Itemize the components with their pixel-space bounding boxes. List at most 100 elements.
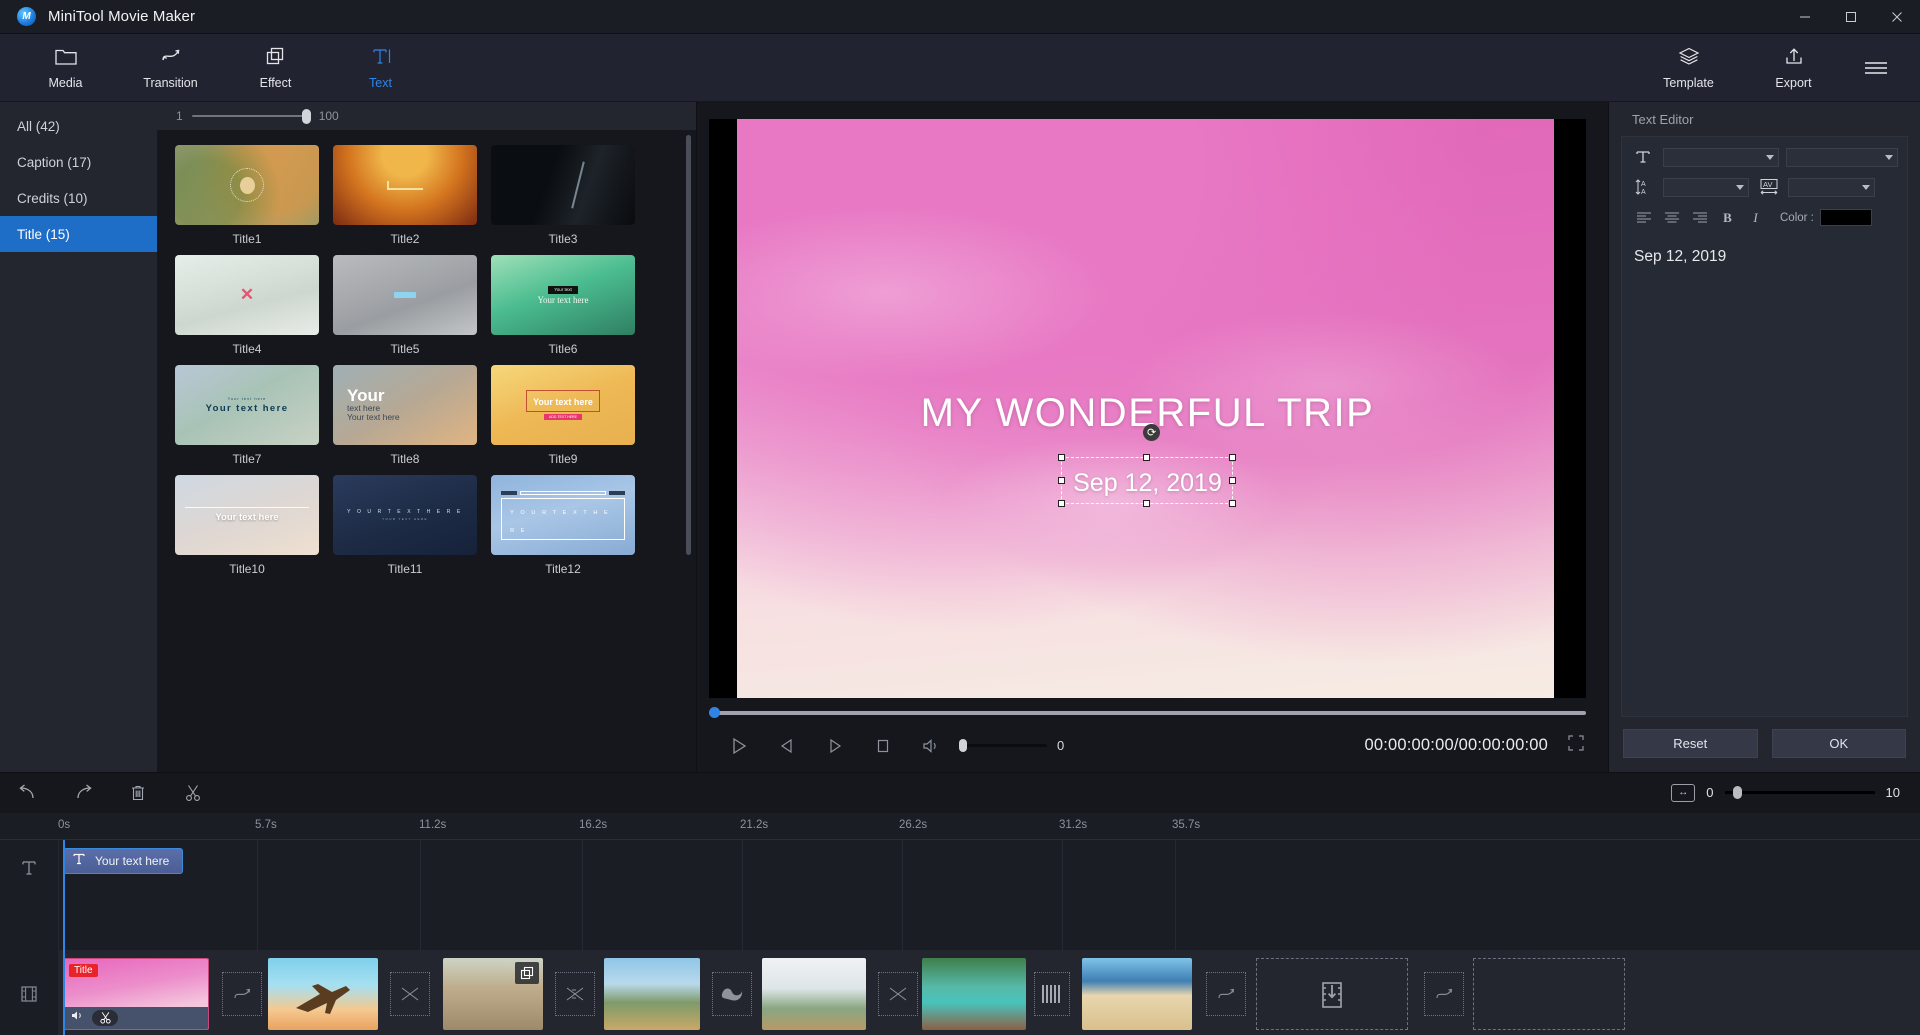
transition-slot[interactable] (712, 972, 752, 1016)
thumbnail-size-slider[interactable] (192, 109, 310, 123)
color-swatch[interactable] (1820, 209, 1872, 226)
template-item[interactable]: Your text Your text here Title6 (491, 255, 635, 356)
template-thumbnail[interactable]: Your text here (175, 475, 319, 555)
trash-icon[interactable] (110, 772, 165, 813)
fit-to-window-icon[interactable]: ↔ (1671, 784, 1695, 802)
duplicate-icon[interactable] (515, 962, 539, 984)
transition-slot[interactable] (390, 972, 430, 1016)
timeline-ruler[interactable]: 0s 5.7s 11.2s 16.2s 21.2s 26.2s 31.2s 35… (0, 813, 1920, 840)
font-size-select[interactable] (1786, 148, 1898, 167)
template-item[interactable]: Your text here Your text here Title8 (333, 365, 477, 466)
template-thumbnail[interactable] (491, 145, 635, 225)
next-frame-icon[interactable] (811, 726, 859, 766)
volume-slider[interactable]: 0 (961, 738, 1064, 753)
align-center-icon[interactable] (1659, 207, 1684, 228)
timeline-video-clip[interactable] (762, 958, 866, 1030)
scissors-icon[interactable] (165, 772, 220, 813)
media-placeholder[interactable] (1473, 958, 1625, 1030)
template-thumbnail[interactable]: Your text here Your text here (333, 365, 477, 445)
template-thumbnail[interactable]: Y O U R T E X T H E R E (491, 475, 635, 555)
seek-knob[interactable] (709, 707, 720, 718)
transition-slot[interactable] (1034, 972, 1070, 1016)
minimize-icon[interactable] (1782, 0, 1828, 34)
volume-icon[interactable] (71, 1009, 85, 1027)
template-item[interactable]: Your text here Title10 (175, 475, 319, 576)
resize-handle-w[interactable] (1058, 477, 1065, 484)
tab-template[interactable]: Template (1636, 34, 1741, 102)
template-item[interactable]: Your text here ADD TEXT HERE Title9 (491, 365, 635, 466)
slider-knob[interactable] (302, 109, 311, 124)
category-credits[interactable]: Credits (10) (0, 180, 157, 216)
category-title[interactable]: Title (15) (0, 216, 157, 252)
tab-text[interactable]: Text (328, 34, 433, 102)
play-icon[interactable] (715, 726, 763, 766)
align-left-icon[interactable] (1631, 207, 1656, 228)
template-item[interactable]: Y O U R T E X T H E R E YOUR TEXT HERE T… (333, 475, 477, 576)
resize-handle-ne[interactable] (1229, 454, 1236, 461)
resize-handle-n[interactable] (1143, 454, 1150, 461)
volume-icon[interactable] (907, 726, 955, 766)
transition-slot[interactable] (1424, 972, 1464, 1016)
tab-transition[interactable]: Transition (118, 34, 223, 102)
timeline-video-clip[interactable] (604, 958, 700, 1030)
template-item[interactable]: Title3 (491, 145, 635, 246)
resize-handle-nw[interactable] (1058, 454, 1065, 461)
text-clip[interactable]: Your text here (63, 848, 183, 874)
previous-frame-icon[interactable] (763, 726, 811, 766)
tab-export[interactable]: Export (1741, 34, 1846, 102)
timeline-video-clip[interactable] (922, 958, 1026, 1030)
resize-handle-e[interactable] (1229, 477, 1236, 484)
resize-handle-s[interactable] (1143, 500, 1150, 507)
timeline-video-clip[interactable] (443, 958, 543, 1030)
letter-spacing-select[interactable] (1788, 178, 1875, 197)
transition-slot[interactable] (1206, 972, 1246, 1016)
transition-slot[interactable] (222, 972, 262, 1016)
timeline-video-clip[interactable] (268, 958, 378, 1030)
template-thumbnail[interactable]: Your text here Your text here (175, 365, 319, 445)
category-caption[interactable]: Caption (17) (0, 144, 157, 180)
font-family-select[interactable] (1663, 148, 1779, 167)
resize-handle-sw[interactable] (1058, 500, 1065, 507)
timeline-zoom-knob[interactable] (1733, 786, 1742, 799)
timeline-playhead[interactable] (63, 840, 65, 1035)
timeline-zoom-slider[interactable] (1725, 791, 1875, 794)
transition-slot[interactable] (555, 972, 595, 1016)
hamburger-menu-icon[interactable] (1846, 34, 1906, 102)
resize-handle-se[interactable] (1229, 500, 1236, 507)
undo-icon[interactable] (0, 772, 55, 813)
template-thumbnail[interactable]: Your text Your text here (491, 255, 635, 335)
align-right-icon[interactable] (1687, 207, 1712, 228)
text-content-input[interactable]: Sep 12, 2019 (1622, 238, 1907, 716)
tab-media[interactable]: Media (13, 34, 118, 102)
text-selection-box[interactable] (1061, 457, 1233, 504)
stop-icon[interactable] (859, 726, 907, 766)
timeline-video-clip[interactable]: Title (63, 958, 209, 1030)
template-thumbnail[interactable]: ✕ (175, 255, 319, 335)
ok-button[interactable]: OK (1772, 729, 1907, 758)
volume-knob[interactable] (959, 739, 967, 752)
close-icon[interactable] (1874, 0, 1920, 34)
template-item[interactable]: ✕ Title4 (175, 255, 319, 356)
template-item[interactable]: Title2 (333, 145, 477, 246)
fullscreen-icon[interactable] (1568, 735, 1584, 756)
line-spacing-select[interactable] (1663, 178, 1749, 197)
bold-button[interactable]: B (1715, 207, 1740, 228)
tab-effect[interactable]: Effect (223, 34, 328, 102)
maximize-icon[interactable] (1828, 0, 1874, 34)
template-thumbnail[interactable]: Y O U R T E X T H E R E YOUR TEXT HERE (333, 475, 477, 555)
italic-button[interactable]: I (1743, 207, 1768, 228)
template-item[interactable]: Title1 (175, 145, 319, 246)
template-thumbnail[interactable] (333, 255, 477, 335)
scissors-icon[interactable] (92, 1010, 118, 1026)
template-thumbnail[interactable]: Your text here ADD TEXT HERE (491, 365, 635, 445)
preview-seek-bar[interactable] (709, 706, 1586, 720)
media-placeholder[interactable] (1256, 958, 1408, 1030)
category-all[interactable]: All (42) (0, 108, 157, 144)
template-grid-scrollbar[interactable] (686, 135, 691, 555)
timeline-video-clip[interactable] (1082, 958, 1192, 1030)
template-item[interactable]: Y O U R T E X T H E R E Title12 (491, 475, 635, 576)
transition-slot[interactable] (878, 972, 918, 1016)
template-item[interactable]: Title5 (333, 255, 477, 356)
reset-button[interactable]: Reset (1623, 729, 1758, 758)
template-thumbnail[interactable] (333, 145, 477, 225)
